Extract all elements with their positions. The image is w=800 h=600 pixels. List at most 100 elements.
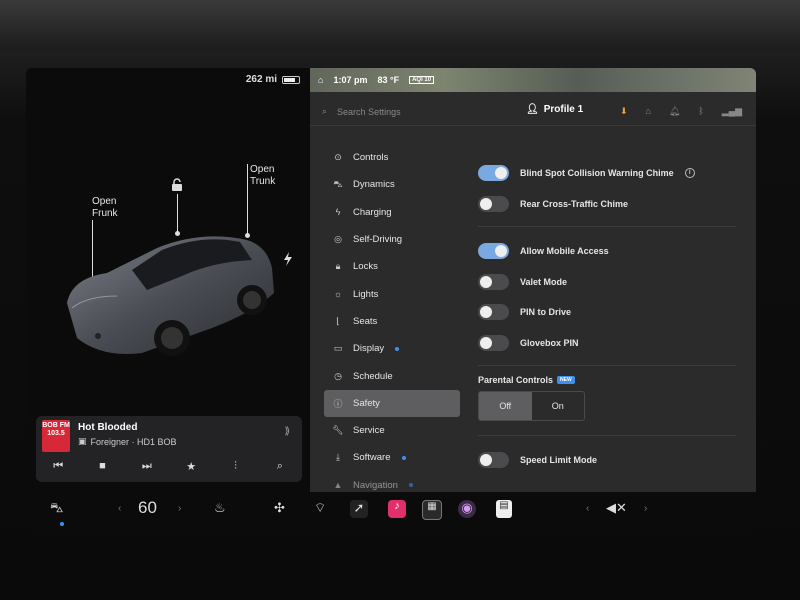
car-panel: 262 mi Open Frunk Open Trunk BOB FM 103.… (26, 68, 308, 492)
rear-cross-traffic-toggle[interactable] (478, 195, 509, 212)
profile-button[interactable]: 👤︎ Profile 1 (526, 104, 583, 115)
clock-time: 1:07 pm (333, 75, 368, 85)
navigation-app-icon[interactable]: ➚ (350, 500, 368, 518)
nav-label: Display (353, 343, 385, 355)
car-icon[interactable]: ⛍ (50, 500, 63, 518)
charge-port-bolt-icon[interactable] (283, 252, 293, 271)
parental-on-option[interactable]: On (532, 392, 585, 420)
nav-item-locks[interactable]: 🔒︎ Locks (324, 253, 460, 280)
background-wall (0, 0, 800, 50)
equalizer-icon[interactable]: ⫶ (223, 454, 247, 478)
next-track-icon[interactable]: ⏭ (135, 454, 159, 478)
app-launcher-icon[interactable]: ▦ (422, 500, 442, 520)
divider (478, 226, 736, 227)
nav-item-self-driving[interactable]: ◎ Self-Driving (324, 226, 460, 253)
stop-icon[interactable]: ■ (90, 454, 114, 478)
setting-label: Blind Spot Collision Warning Chime (520, 168, 674, 179)
wrench-icon: 🔧︎ (332, 425, 344, 436)
nav-label: Software (353, 452, 391, 464)
nav-label: Self-Driving (353, 234, 403, 246)
nav-item-display[interactable]: ▭ Display (324, 335, 460, 362)
setting-speed-limit-mode: Speed Limit Mode (478, 445, 736, 476)
parental-off-option[interactable]: Off (479, 392, 532, 420)
nav-item-service[interactable]: 🔧︎ Service (324, 417, 460, 444)
nav-item-software[interactable]: ⤓ Software (324, 444, 460, 471)
nav-label: Controls (353, 152, 389, 164)
search-icon: ⌕ (322, 106, 328, 116)
previous-track-icon[interactable]: ⏮ (46, 454, 70, 478)
touchscreen: 262 mi Open Frunk Open Trunk BOB FM 103.… (26, 68, 756, 530)
nav-item-dynamics[interactable]: ⛍ Dynamics (324, 171, 460, 198)
setting-label: Rear Cross-Traffic Chime (520, 198, 629, 209)
steering-wheel-icon: ◎ (334, 234, 342, 245)
camera-app-icon[interactable]: ◉ (458, 500, 476, 518)
valet-mode-toggle[interactable] (478, 273, 509, 290)
glovebox-pin-toggle[interactable] (478, 334, 509, 351)
setting-mobile-access: Allow Mobile Access (478, 236, 736, 267)
new-badge: NEW (557, 376, 575, 384)
download-icon[interactable]: ⬇ (620, 106, 628, 117)
clock-icon: ◷ (334, 370, 342, 381)
open-trunk-button[interactable]: Open Trunk (250, 164, 275, 188)
nav-label: Service (353, 425, 385, 437)
station-logo: BOB FM 103.5 (42, 420, 70, 452)
seat-icon: ⌊ (336, 315, 340, 326)
setting-valet-mode: Valet Mode (478, 267, 736, 298)
volume-up-chevron-icon[interactable]: › (644, 503, 647, 514)
music-app-icon[interactable]: ♪ (388, 500, 406, 518)
nav-item-controls[interactable]: ⊙ Controls (324, 144, 460, 171)
nav-item-safety[interactable]: ⓘ Safety (324, 389, 460, 417)
notes-app-icon[interactable]: ▤ (496, 500, 512, 518)
open-frunk-button[interactable]: Open Frunk (92, 196, 118, 220)
parental-controls-heading: Parental Controls NEW (478, 375, 736, 385)
defrost-icon[interactable]: ⌔ (314, 500, 326, 516)
info-icon[interactable]: i (684, 168, 695, 179)
nav-label: Charging (353, 206, 392, 218)
info-icon: ⓘ (333, 398, 343, 409)
settings-nav: ⊙ Controls ⛍ Dynamics ϟ Charging ◎ Self-Driv… (324, 144, 460, 499)
pin-to-drive-toggle[interactable] (478, 304, 509, 321)
bottom-dock: ⛍ ‹ 60 › ♨ ✣ ⌔ ➚ ♪ ▦ ◉ ▤ ‹ ◀✕ › (26, 492, 756, 530)
bell-icon[interactable]: 🔔︎ (669, 106, 680, 117)
divider (478, 365, 736, 366)
parental-controls-selector: Off On (478, 391, 585, 421)
nav-item-lights[interactable]: ☼ Lights (324, 280, 460, 307)
setting-label: PIN to Drive (520, 307, 572, 318)
garage-icon[interactable]: ⌂ (645, 106, 650, 117)
favorite-star-icon[interactable]: ★ (179, 454, 203, 478)
fan-icon[interactable]: ✣ (274, 500, 285, 516)
search-input[interactable]: Search Settings (337, 107, 401, 117)
car-icon: ⛍ (333, 178, 343, 189)
header-icons: ⬇ ⌂ 🔔︎ ᛒ ▂▄▆ (620, 106, 742, 117)
nav-item-schedule[interactable]: ◷ Schedule (324, 362, 460, 389)
setting-pin-to-drive: PIN to Drive (478, 297, 736, 328)
audio-source-icon[interactable]: ⟫ (284, 426, 290, 437)
bluetooth-icon[interactable]: ᛒ (698, 106, 703, 117)
range-text: 262 mi (245, 74, 277, 85)
radio-icon: ▣ (78, 436, 87, 446)
range-indicator: 262 mi (246, 74, 300, 85)
media-controls: ⏮ ■ ⏭ ★ ⫶ ⌕ (36, 454, 302, 478)
unlock-icon[interactable] (171, 178, 183, 194)
setting-label: Glovebox PIN (520, 337, 579, 348)
lte-signal-icon: ▂▄▆ (721, 106, 742, 116)
mobile-access-toggle[interactable] (478, 243, 509, 260)
nav-item-charging[interactable]: ϟ Charging (324, 199, 460, 226)
temperature: 83 °F (377, 75, 400, 85)
update-dot (395, 346, 400, 351)
media-player[interactable]: BOB FM 103.5 Hot Blooded ▣ Foreigner · H… (36, 416, 302, 482)
volume-down-chevron-icon[interactable]: ‹ (586, 503, 589, 514)
download-icon: ⤓ (336, 452, 340, 463)
mute-icon[interactable]: ◀✕ (606, 500, 627, 516)
home-icon: ⌂ (318, 75, 324, 85)
temp-down-chevron-icon[interactable]: ‹ (118, 503, 121, 514)
blind-spot-toggle[interactable] (478, 165, 509, 182)
artist-text: Foreigner · HD1 BOB (90, 436, 177, 447)
speed-limit-mode-toggle[interactable] (478, 452, 509, 469)
climate-setpoint[interactable]: 60 (138, 498, 157, 518)
temp-up-chevron-icon[interactable]: › (178, 503, 181, 514)
search-icon[interactable]: ⌕ (268, 454, 292, 478)
nav-item-seats[interactable]: ⌊ Seats (324, 308, 460, 335)
seat-heater-icon[interactable]: ♨ (214, 500, 226, 516)
status-bar: ⌂ 1:07 pm 83 °F AQI 10 (310, 68, 756, 92)
